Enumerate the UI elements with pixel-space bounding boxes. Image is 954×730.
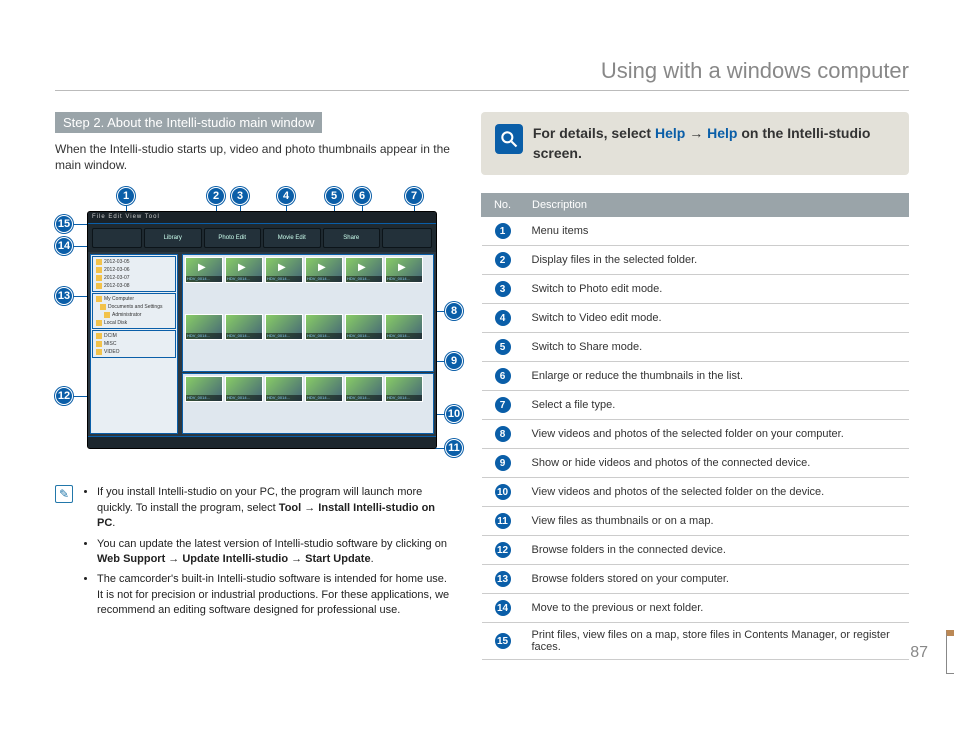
row-desc: Switch to Video edit mode. [524,304,909,333]
row-number: 13 [495,571,511,587]
page-number: 87 [910,644,928,662]
table-row: 11 View files as thumbnails or on a map. [482,507,909,536]
callout-10: 10 [445,405,463,423]
app-window: File Edit View Tool Library Photo Edit M… [87,211,437,449]
callout-9: 9 [445,352,463,370]
magnifier-icon [495,124,523,154]
page-title: Using with a windows computer [55,58,909,91]
table-row: 9 Show or hide videos and photos of the c… [482,449,909,478]
app-statusbar [88,436,436,448]
help-link-2[interactable]: Help [707,125,737,141]
tool-fileselect [382,228,432,248]
help-callout: For details, select Help → Help on the I… [481,112,909,175]
page-tab-marker [946,630,954,674]
row-number: 9 [495,455,511,471]
row-number: 14 [495,600,511,616]
callout-13: 13 [55,287,73,305]
callout-3: 3 [231,187,249,205]
row-number: 5 [495,339,511,355]
step-heading: Step 2. About the Intelli-studio main wi… [55,112,322,133]
row-number: 7 [495,397,511,413]
callout-6: 6 [353,187,371,205]
row-desc: View videos and photos of the selected f… [524,420,909,449]
row-desc: Enlarge or reduce the thumbnails in the … [524,362,909,391]
row-desc: Select a file type. [524,391,909,420]
row-desc: Print files, view files on a map, store … [524,623,909,660]
tool-nav [92,228,142,248]
tool-share: Share [323,228,381,248]
row-desc: Browse folders stored on your computer. [524,565,909,594]
callout-1: 1 [117,187,135,205]
row-number: 12 [495,542,511,558]
help-link-1[interactable]: Help [655,125,685,141]
intro-text: When the Intelli-studio starts up, video… [55,141,455,173]
callout-4: 4 [277,187,295,205]
note-item: You can update the latest version of Int… [97,537,455,568]
table-row: 8 View videos and photos of the selected … [482,420,909,449]
table-row: 6 Enlarge or reduce the thumbnails in the… [482,362,909,391]
row-number: 3 [495,281,511,297]
row-desc: Show or hide videos and photos of the co… [524,449,909,478]
callout-14: 14 [55,237,73,255]
note-item: The camcorder's built-in Intelli-studio … [97,572,455,618]
row-number: 6 [495,368,511,384]
row-desc: Browse folders in the connected device. [524,536,909,565]
row-desc: Switch to Photo edit mode. [524,275,909,304]
callout-5: 5 [325,187,343,205]
app-toolbar: Library Photo Edit Movie Edit Share [88,224,436,252]
thumb-section-bottom: HDV_0014... HDV_0014... HDV_0014... HDV_… [182,373,434,435]
table-row: 5 Switch to Share mode. [482,333,909,362]
table-row: 2 Display files in the selected folder. [482,246,909,275]
tool-movie: Movie Edit [263,228,321,248]
callout-8: 8 [445,302,463,320]
row-number: 8 [495,426,511,442]
row-number: 2 [495,252,511,268]
row-desc: Menu items [524,217,909,246]
callout-2: 2 [207,187,225,205]
row-number: 1 [495,223,511,239]
help-pre: For details, select [533,125,655,141]
row-desc: Display files in the selected folder. [524,246,909,275]
table-row: 12 Browse folders in the connected device… [482,536,909,565]
table-row: 1 Menu items [482,217,909,246]
callout-15: 15 [55,215,73,233]
row-desc: View videos and photos of the selected f… [524,478,909,507]
th-desc: Description [524,194,909,217]
app-menubar: File Edit View Tool [88,212,436,224]
table-row: 4 Switch to Video edit mode. [482,304,909,333]
callout-12: 12 [55,387,73,405]
table-row: 13 Browse folders stored on your computer… [482,565,909,594]
callout-11: 11 [445,439,463,457]
row-number: 11 [495,513,511,529]
tool-photo: Photo Edit [204,228,262,248]
table-row: 7 Select a file type. [482,391,909,420]
callout-7: 7 [405,187,423,205]
description-table: No. Description 1 Menu items 2 Display file… [481,193,909,660]
row-desc: Move to the previous or next folder. [524,594,909,623]
row-desc: View files as thumbnails or on a map. [524,507,909,536]
row-number: 15 [495,633,511,649]
thumb-section-top: HDV_0014... HDV_0014... HDV_0014... HDV_… [182,254,434,371]
row-number: 4 [495,310,511,326]
table-row: 14 Move to the previous or next folder. [482,594,909,623]
note-item: If you install Intelli-studio on your PC… [97,485,455,531]
row-number: 10 [495,484,511,500]
note-icon: ✎ [55,485,73,503]
th-no: No. [482,194,524,217]
table-row: 15 Print files, view files on a map, stor… [482,623,909,660]
folder-tree: 2012-03-05 2012-03-06 2012-03-07 2012-03… [90,254,178,434]
tool-library: Library [144,228,202,248]
annotated-screenshot: 1 2 3 4 5 6 7 15 14 13 12 8 [55,187,455,467]
table-row: 3 Switch to Photo edit mode. [482,275,909,304]
table-row: 10 View videos and photos of the selected… [482,478,909,507]
row-desc: Switch to Share mode. [524,333,909,362]
notes-block: ✎ If you install Intelli-studio on your … [55,485,455,623]
